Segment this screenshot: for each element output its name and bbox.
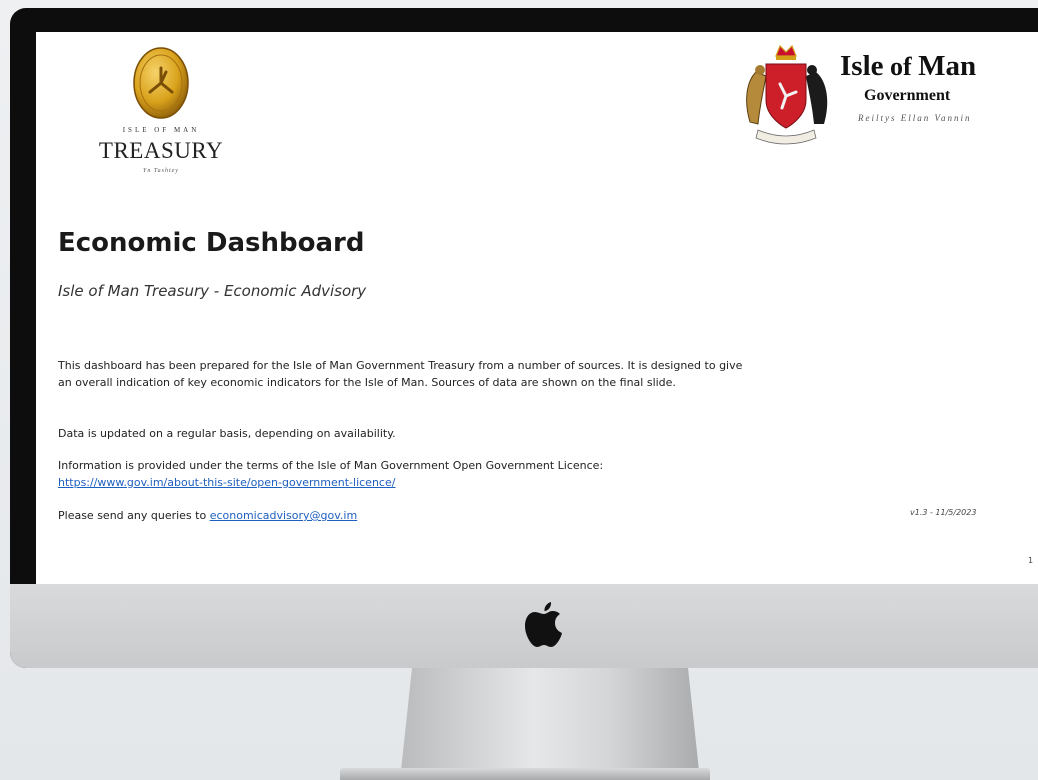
update-paragraph: Data is updated on a regular basis, depe… — [58, 427, 396, 440]
iom-title-of: of — [883, 52, 919, 81]
iom-title-isle: Isle — [840, 50, 884, 82]
page-number: 1 — [1028, 556, 1034, 565]
treasury-coin-icon — [133, 47, 189, 119]
iom-title: Isle of Man — [840, 50, 976, 83]
page-title: Economic Dashboard — [58, 228, 365, 258]
iom-coat-of-arms-icon — [746, 44, 828, 145]
version-label: v1.3 - 11/5/2023 — [910, 508, 977, 517]
intro-paragraph: This dashboard has been prepared for the… — [58, 359, 743, 389]
monitor-stand-base — [340, 768, 710, 780]
monitor-chin — [10, 584, 1038, 668]
iom-government-logo: Isle of Man Government Reiltys Ellan Van… — [736, 42, 1036, 152]
monitor: ISLE OF MAN TREASURY Yn Tashtey Isle of … — [10, 8, 1038, 668]
licence-text: Information is provided under the terms … — [58, 459, 604, 472]
licence-paragraph: Information is provided under the terms … — [58, 457, 758, 491]
iom-title-man: Man — [918, 50, 977, 82]
iom-government-text: Government — [864, 87, 951, 104]
email-link[interactable]: economicadvisory@gov.im — [210, 509, 358, 522]
queries-paragraph: Please send any queries to economicadvis… — [58, 507, 758, 524]
monitor-stand — [400, 668, 700, 780]
iom-manx-subtitle: Reiltys Ellan Vannin — [858, 113, 972, 123]
licence-link[interactable]: https://www.gov.im/about-this-site/open-… — [58, 476, 395, 489]
slide-screen: ISLE OF MAN TREASURY Yn Tashtey Isle of … — [36, 32, 1038, 584]
queries-text: Please send any queries to — [58, 509, 210, 522]
treasury-top-text: ISLE OF MAN — [122, 126, 200, 134]
apple-logo-icon — [525, 602, 562, 647]
treasury-subtext: Yn Tashtey — [143, 168, 179, 174]
treasury-logo: ISLE OF MAN TREASURY Yn Tashtey — [96, 46, 226, 186]
treasury-wordmark: TREASURY — [98, 138, 224, 163]
page-subtitle: Isle of Man Treasury - Economic Advisory — [58, 282, 367, 300]
